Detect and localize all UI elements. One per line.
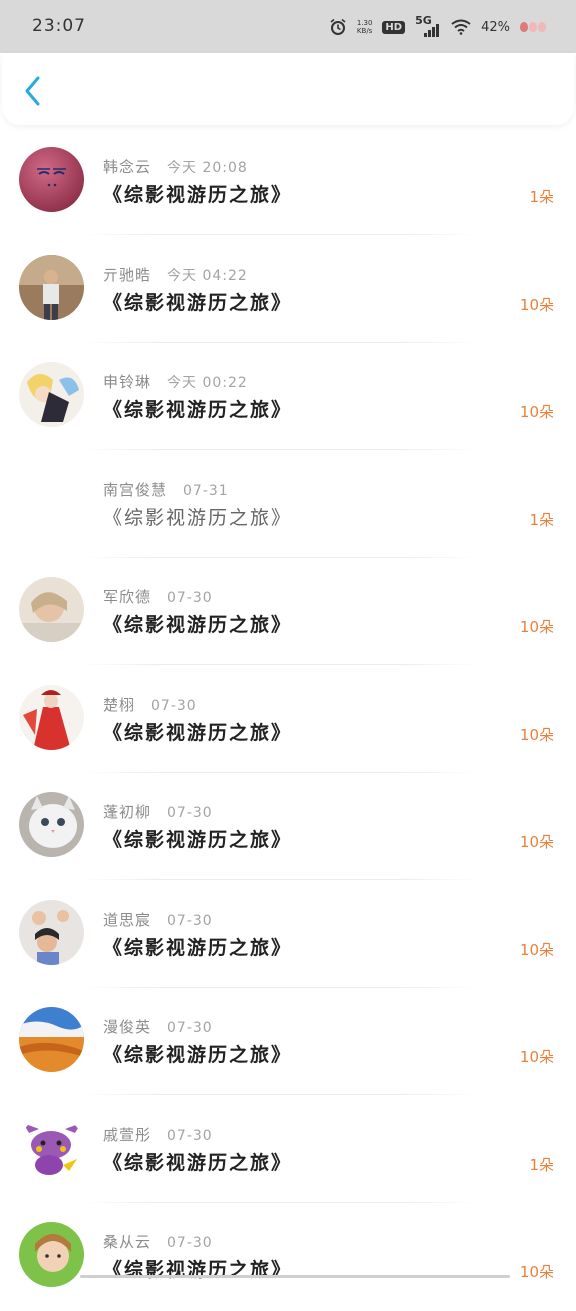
user-name: 军欣德 — [103, 588, 152, 606]
user-name: 蓬初柳 — [103, 803, 152, 821]
user-name: 戚萱彤 — [103, 1125, 152, 1144]
list-item[interactable]: 军欣德 07-30 《综影视游历之旅》 10朵 — [0, 558, 576, 666]
status-icons: 1.30 KB/s HD 5G 42% — [329, 14, 546, 40]
user-name: 韩念云 — [103, 158, 152, 176]
list-item[interactable]: 韩念云 今天 20:08 《综影视游历之旅》 1朵 — [0, 128, 576, 236]
timestamp: 今天 00:22 — [167, 375, 248, 391]
user-name: 漫俊英 — [103, 1018, 152, 1036]
timestamp: 07-30 — [151, 697, 197, 714]
list-item[interactable]: 戚萱彤 07-30 《综影视游历之旅》 1朵 — [0, 1096, 576, 1204]
book-title: 《综影视游历之旅》 — [103, 936, 293, 959]
list-item[interactable]: 道思宸 07-30 《综影视游历之旅》 10朵 — [0, 881, 576, 989]
gift-amount: 1朵 — [529, 188, 554, 206]
gift-amount: 10朵 — [519, 725, 554, 744]
avatar[interactable] — [19, 684, 84, 750]
avatar[interactable] — [19, 792, 84, 857]
gift-amount: 10朵 — [519, 940, 554, 959]
gift-amount: 1朵 — [529, 1155, 554, 1174]
gift-amount: 10朵 — [519, 618, 554, 636]
top-bar — [2, 53, 574, 125]
list-item[interactable]: 桑从云 07-30 《综影视游历之旅》 10朵 — [0, 1203, 576, 1311]
timestamp: 今天 20:08 — [167, 160, 248, 176]
list-item[interactable]: 楚栩 07-30 《综影视游历之旅》 10朵 — [0, 666, 576, 774]
status-time: 23:07 — [32, 16, 86, 36]
timestamp: 07-30 — [167, 590, 213, 606]
gift-record-list: 韩念云 今天 20:08 《综影视游历之旅》 1朵 亓驰晧 今天 04:22 《综影… — [0, 128, 576, 1311]
list-item[interactable]: 蓬初柳 07-30 《综影视游历之旅》 10朵 — [0, 773, 576, 881]
gift-amount: 10朵 — [519, 1263, 554, 1281]
book-title: 《综影视游历之旅》 — [103, 721, 293, 744]
timestamp: 07-30 — [167, 805, 213, 821]
signal-bars-icon — [424, 24, 440, 37]
alarm-icon — [330, 18, 346, 35]
book-title: 《综影视游历之旅》 — [103, 506, 293, 529]
timestamp: 07-30 — [167, 1127, 213, 1144]
timestamp: 07-30 — [167, 1020, 213, 1036]
list-item[interactable]: 申铃琳 今天 00:22 《综影视游历之旅》 10朵 — [0, 343, 576, 451]
scrollbar[interactable] — [80, 1275, 510, 1278]
avatar[interactable] — [19, 899, 84, 965]
back-button[interactable] — [16, 73, 50, 109]
timestamp: 07-30 — [167, 1235, 213, 1251]
book-title: 《综影视游历之旅》 — [103, 829, 293, 851]
signal-indicator: 5G — [415, 14, 441, 38]
gift-amount: 10朵 — [519, 295, 554, 314]
timestamp: 今天 04:22 — [167, 267, 248, 284]
gift-amount: 10朵 — [519, 403, 554, 421]
gift-amount: 1朵 — [529, 510, 554, 529]
user-name: 南宫俊慧 — [103, 480, 168, 499]
chevron-left-icon — [25, 76, 40, 106]
net-speed-unit: KB/s — [356, 27, 373, 35]
net-speed-value: 1.30 — [356, 19, 373, 27]
list-item[interactable]: 南宫俊慧 07-31 《综影视游历之旅》 1朵 — [0, 451, 576, 559]
strawberry-icon — [520, 22, 546, 32]
timestamp: 07-31 — [183, 482, 229, 499]
user-name: 亓驰晧 — [103, 265, 152, 284]
book-title: 《综影视游历之旅》 — [103, 291, 293, 314]
book-title: 《综影视游历之旅》 — [103, 1151, 293, 1174]
user-name: 申铃琳 — [103, 373, 152, 391]
avatar[interactable] — [19, 1114, 84, 1180]
user-name: 道思宸 — [103, 910, 152, 929]
list-item[interactable]: 漫俊英 07-30 《综影视游历之旅》 10朵 — [0, 988, 576, 1096]
book-title: 《综影视游历之旅》 — [103, 1044, 293, 1066]
status-bar: 23:07 1.30 KB/s HD 5G 42% — [0, 0, 576, 53]
book-title: 《综影视游历之旅》 — [103, 614, 293, 636]
book-title: 《综影视游历之旅》 — [103, 399, 293, 421]
timestamp: 07-30 — [167, 912, 213, 929]
user-name: 桑从云 — [103, 1233, 152, 1251]
gift-amount: 10朵 — [519, 833, 554, 851]
avatar[interactable] — [19, 147, 84, 212]
hd-badge: HD — [382, 20, 406, 34]
battery-level: 42% — [481, 19, 510, 35]
avatar[interactable] — [19, 1222, 84, 1287]
list-item[interactable]: 亓驰晧 今天 04:22 《综影视游历之旅》 10朵 — [0, 236, 576, 344]
avatar[interactable] — [19, 1007, 84, 1072]
avatar[interactable] — [19, 362, 84, 427]
wifi-icon — [451, 19, 471, 35]
avatar[interactable] — [19, 254, 84, 320]
avatar[interactable] — [19, 577, 84, 642]
net-speed: 1.30 KB/s — [357, 19, 373, 35]
book-title: 《综影视游历之旅》 — [103, 184, 293, 206]
user-name: 楚栩 — [103, 695, 136, 714]
gift-amount: 10朵 — [519, 1048, 554, 1066]
